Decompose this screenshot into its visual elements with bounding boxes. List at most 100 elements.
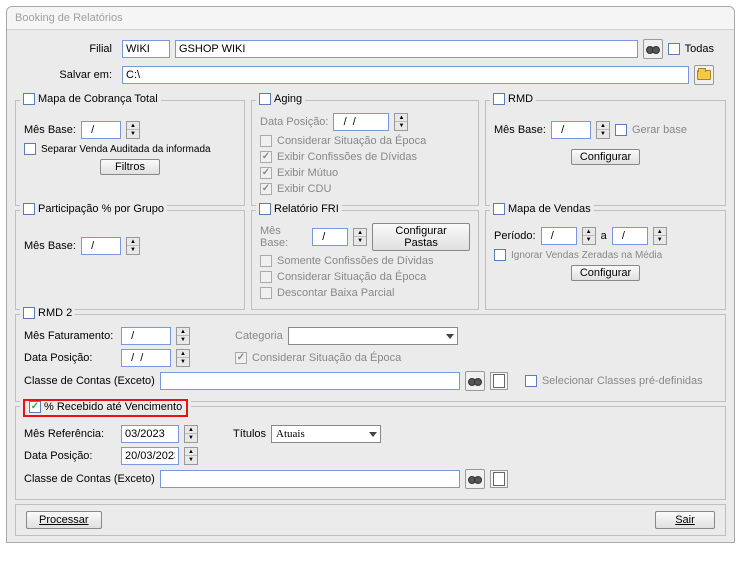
aging-spinner[interactable]: ▲▼ xyxy=(394,113,408,131)
mc-mes-base-input[interactable] xyxy=(81,121,121,139)
rmd2-selecionar-label: Selecionar Classes pré-definidas xyxy=(542,375,703,387)
part-spinner[interactable]: ▲▼ xyxy=(126,237,140,255)
aging-opt4-label: Exibir CDU xyxy=(277,183,331,195)
mv-ignorar-label: Ignorar Vendas Zeradas na Média xyxy=(511,250,662,261)
rec-page-icon[interactable] xyxy=(490,470,508,488)
mv-periodo-label: Período: xyxy=(494,230,536,242)
fri-mes-base-input[interactable] xyxy=(312,228,348,246)
fri-opt1-label: Somente Confissões de Dívidas xyxy=(277,255,434,267)
rmd2-mes-fat-label: Mês Faturamento: xyxy=(24,330,116,342)
rec-binoculars-icon[interactable] xyxy=(465,469,485,489)
recebido-checkbox[interactable] xyxy=(29,401,41,413)
mv-periodo-from[interactable] xyxy=(541,227,577,245)
todas-checkbox[interactable] xyxy=(668,43,680,55)
part-mes-base-input[interactable] xyxy=(81,237,121,255)
rmd2-considerar-checkbox[interactable] xyxy=(235,352,247,364)
mv-checkbox[interactable] xyxy=(493,203,505,215)
group-participacao: Participação % por Grupo Mês Base: ▲▼ xyxy=(15,210,245,310)
aging-data-posicao-label: Data Posição: xyxy=(260,116,328,128)
rmd-gerar-base-checkbox[interactable] xyxy=(615,124,627,136)
aging-opt3-checkbox[interactable] xyxy=(260,167,272,179)
rec-mes-ref-input[interactable] xyxy=(121,425,179,443)
mv-to-spinner[interactable]: ▲▼ xyxy=(653,227,667,245)
rec-classe-contas-input[interactable] xyxy=(160,470,460,488)
mc-mes-base-spinner[interactable]: ▲▼ xyxy=(126,121,140,139)
fri-spinner[interactable]: ▲▼ xyxy=(353,228,367,246)
rmd2-categoria-label: Categoria xyxy=(235,330,283,342)
aging-opt2-checkbox[interactable] xyxy=(260,151,272,163)
binoculars-icon[interactable] xyxy=(643,39,663,59)
rec-titulos-combo[interactable]: Atuais xyxy=(271,425,381,443)
rec-classe-contas-label: Classe de Contas (Exceto) xyxy=(24,473,155,485)
aging-opt1-checkbox[interactable] xyxy=(260,135,272,147)
rmd2-mes-fat-input[interactable] xyxy=(121,327,171,345)
rec-data-posicao-label: Data Posição: xyxy=(24,450,116,462)
rmd2-mes-fat-spinner[interactable]: ▲▼ xyxy=(176,327,190,345)
aging-data-posicao-input[interactable] xyxy=(333,113,389,131)
aging-opt4-checkbox[interactable] xyxy=(260,183,272,195)
mv-from-spinner[interactable]: ▲▼ xyxy=(582,227,596,245)
fri-opt2-checkbox[interactable] xyxy=(260,271,272,283)
group-mapa-vendas: Mapa de Vendas Período: ▲▼ a ▲▼ Ignorar … xyxy=(485,210,726,310)
group-relatorio-fri: Relatório FRI Mês Base: ▲▼ Configurar Pa… xyxy=(251,210,479,310)
filial-label: Filial xyxy=(27,43,112,55)
aging-title: Aging xyxy=(274,93,302,105)
mv-configurar-button[interactable]: Configurar xyxy=(571,265,640,281)
mv-title: Mapa de Vendas xyxy=(508,203,591,215)
aging-opt1-label: Considerar Situação da Época xyxy=(277,135,426,147)
sair-button[interactable]: Sair xyxy=(655,511,715,529)
group-mapa-cobranca: Mapa de Cobrança Total Mês Base: ▲▼ Sepa… xyxy=(15,100,245,206)
recebido-title: % Recebido até Vencimento xyxy=(44,401,182,413)
rec-titulos-label: Títulos xyxy=(233,428,266,440)
mv-ignorar-checkbox[interactable] xyxy=(494,249,506,261)
bottom-bar: Processar Sair xyxy=(15,504,726,536)
part-checkbox[interactable] xyxy=(23,203,35,215)
rmd2-binoculars-icon[interactable] xyxy=(465,371,485,391)
rmd2-classe-contas-input[interactable] xyxy=(160,372,460,390)
mc-mes-base-label: Mês Base: xyxy=(24,124,76,136)
rmd-mes-base-label: Mês Base: xyxy=(494,124,546,136)
header-area: Filial Todas Salvar em: xyxy=(7,30,734,94)
rmd2-data-posicao-label: Data Posição: xyxy=(24,352,116,364)
aging-opt3-label: Exibir Mútuo xyxy=(277,167,338,179)
todas-label: Todas xyxy=(685,43,714,55)
mc-separar-checkbox[interactable] xyxy=(24,143,36,155)
fri-checkbox[interactable] xyxy=(259,203,271,215)
group-rmd2: RMD 2 Mês Faturamento: ▲▼ Categoria Data… xyxy=(15,314,726,402)
aging-opt2-label: Exibir Confissões de Dívidas xyxy=(277,151,417,163)
rec-mes-ref-spinner[interactable]: ▲▼ xyxy=(184,425,198,443)
mv-periodo-to[interactable] xyxy=(612,227,648,245)
rmd2-considerar-label: Considerar Situação da Época xyxy=(252,352,401,364)
rmd-spinner[interactable]: ▲▼ xyxy=(596,121,610,139)
filial-code-input[interactable] xyxy=(122,40,170,58)
aging-checkbox[interactable] xyxy=(259,93,271,105)
rmd-title: RMD xyxy=(508,93,533,105)
fri-configurar-pastas-button[interactable]: Configurar Pastas xyxy=(372,223,470,251)
mapa-cobranca-checkbox[interactable] xyxy=(23,93,35,105)
rmd2-selecionar-checkbox[interactable] xyxy=(525,375,537,387)
mc-separar-label: Separar Venda Auditada da informada xyxy=(41,144,211,155)
salvar-em-label: Salvar em: xyxy=(27,69,112,81)
processar-button[interactable]: Processar xyxy=(26,511,102,529)
rec-data-posicao-spinner[interactable]: ▲▼ xyxy=(184,447,198,465)
recebido-highlight: % Recebido até Vencimento xyxy=(23,399,188,417)
folder-icon[interactable] xyxy=(694,65,714,85)
filial-name-input[interactable] xyxy=(175,40,638,58)
rmd2-data-posicao-input[interactable] xyxy=(121,349,171,367)
fri-title: Relatório FRI xyxy=(274,203,339,215)
rec-data-posicao-input[interactable] xyxy=(121,447,179,465)
rmd2-checkbox[interactable] xyxy=(23,307,35,319)
rmd2-page-icon[interactable] xyxy=(490,372,508,390)
mc-filtros-button[interactable]: Filtros xyxy=(100,159,160,175)
fri-opt3-checkbox[interactable] xyxy=(260,287,272,299)
fri-opt1-checkbox[interactable] xyxy=(260,255,272,267)
rmd2-categoria-combo[interactable] xyxy=(288,327,458,345)
rmd-gerar-base-label: Gerar base xyxy=(632,124,687,136)
mv-a-label: a xyxy=(601,230,607,242)
rmd-mes-base-input[interactable] xyxy=(551,121,591,139)
rmd-checkbox[interactable] xyxy=(493,93,505,105)
booking-window: Booking de Relatórios Filial Todas Salva… xyxy=(6,6,735,543)
rmd-configurar-button[interactable]: Configurar xyxy=(571,149,640,165)
rmd2-data-posicao-spinner[interactable]: ▲▼ xyxy=(176,349,190,367)
salvar-em-input[interactable] xyxy=(122,66,689,84)
